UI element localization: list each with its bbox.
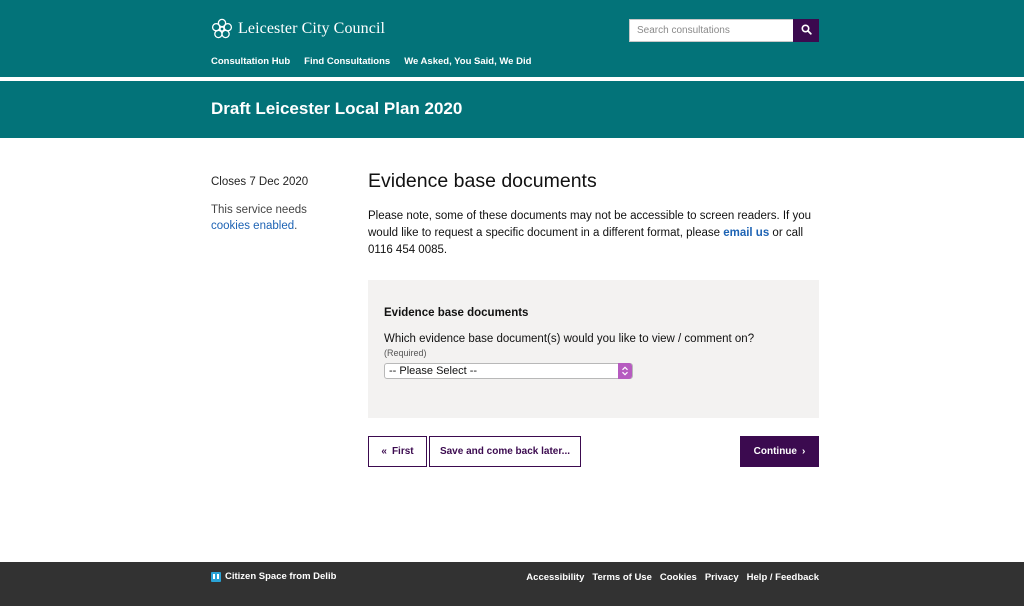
footer-link-terms[interactable]: Terms of Use: [592, 572, 651, 583]
citizen-space-icon: [211, 571, 221, 582]
nav-find-consultations[interactable]: Find Consultations: [304, 56, 390, 67]
required-label: (Required): [384, 348, 427, 358]
intro-text: Please note, some of these documents may…: [368, 208, 819, 259]
closing-date: Closes 7 Dec 2020: [211, 176, 309, 188]
select-value: -- Please Select --: [389, 365, 478, 377]
site-footer: [0, 562, 1024, 606]
cookie-notice-text: This service needs: [211, 204, 307, 216]
brand-name: Leicester City Council: [238, 20, 386, 37]
panel-title: Evidence base documents: [384, 307, 529, 319]
select-arrows-icon: [618, 363, 632, 379]
section-title: Evidence base documents: [368, 170, 597, 192]
footer-links: Accessibility Terms of Use Cookies Priva…: [526, 572, 819, 583]
cookie-notice-period: .: [294, 220, 298, 232]
footer-link-help[interactable]: Help / Feedback: [747, 572, 819, 583]
page-title: Draft Leicester Local Plan 2020: [211, 99, 463, 118]
footer-link-accessibility[interactable]: Accessibility: [526, 572, 584, 583]
header-divider: [0, 77, 1024, 81]
nav-we-asked[interactable]: We Asked, You Said, We Did: [404, 56, 531, 67]
search-button[interactable]: [793, 19, 819, 42]
question-label: Which evidence base document(s) would yo…: [384, 333, 755, 345]
sidebar: Closes 7 Dec 2020 This service needs coo…: [211, 176, 341, 234]
cookie-notice: This service needs cookies enabled.: [211, 202, 341, 234]
main-content: Evidence base documents Please note, som…: [368, 170, 819, 259]
save-later-button[interactable]: Save and come back later...: [429, 436, 581, 467]
cookies-link[interactable]: cookies enabled: [211, 220, 294, 232]
continue-button-label: Continue: [753, 446, 797, 457]
search-form: [629, 19, 819, 42]
continue-button[interactable]: Continue ›: [740, 436, 819, 467]
search-input[interactable]: [629, 19, 793, 42]
question-panel: Evidence base documents Which evidence b…: [368, 280, 819, 418]
search-icon: [800, 23, 812, 38]
footer-link-privacy[interactable]: Privacy: [705, 572, 739, 583]
nav-consultation-hub[interactable]: Consultation Hub: [211, 56, 290, 67]
first-button-label: First: [391, 446, 414, 457]
chevron-right-icon: ›: [801, 446, 806, 457]
flower-logo-icon: [211, 18, 233, 40]
footer-brand-label: Citizen Space from Delib: [225, 571, 337, 582]
site-header: [0, 0, 1024, 138]
document-select[interactable]: -- Please Select --: [384, 363, 633, 379]
main-nav: Consultation Hub Find Consultations We A…: [211, 56, 531, 67]
email-us-link[interactable]: email us: [723, 227, 769, 239]
site-logo[interactable]: Leicester City Council: [211, 18, 385, 40]
footer-brand[interactable]: Citizen Space from Delib: [211, 571, 336, 582]
footer-link-cookies[interactable]: Cookies: [660, 572, 697, 583]
first-button[interactable]: « First: [368, 436, 427, 467]
double-chevron-left-icon: «: [381, 446, 387, 457]
